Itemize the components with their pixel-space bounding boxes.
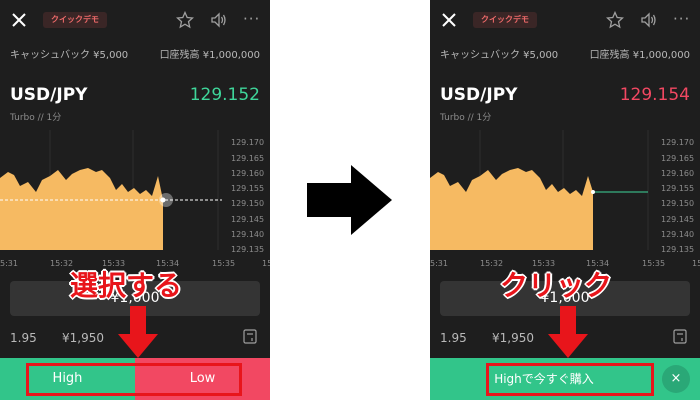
more-icon[interactable]: ···: [243, 11, 260, 27]
time-tick: 15:34: [586, 259, 609, 268]
down-arrow-icon: [118, 306, 158, 358]
payout-amount: ¥1,950: [492, 331, 534, 345]
calculator-icon[interactable]: [243, 329, 257, 344]
price-tick: 129.140: [661, 230, 694, 239]
price-tick: 129.155: [231, 184, 264, 193]
price-dot: [160, 197, 166, 203]
highlight-frame: [26, 363, 242, 396]
currency-pair: USD/JPY: [440, 85, 518, 105]
time-tick: 5:31: [430, 259, 448, 268]
time-tick: 15:33: [532, 259, 555, 268]
speaker-icon[interactable]: [210, 11, 228, 29]
payout-rate: 1.95: [10, 331, 37, 345]
price-tick: 129.150: [661, 199, 694, 208]
cashback-label: キャッシュバック ¥5,000: [10, 50, 129, 61]
time-tick: 5:31: [0, 259, 18, 268]
top-bar: クイックデモ ···: [0, 0, 270, 40]
time-tick: 15:33: [102, 259, 125, 268]
time-tick: 15: [692, 259, 700, 268]
star-icon[interactable]: [176, 11, 194, 29]
price-tick: 129.165: [231, 154, 264, 163]
balance-label: 口座残高 ¥1,000,000: [589, 50, 690, 61]
price-tick: 129.170: [661, 138, 694, 147]
price-tick: 129.150: [231, 199, 264, 208]
price-tick: 129.140: [231, 230, 264, 239]
annotation-select: 選択する: [70, 269, 183, 302]
cancel-button[interactable]: ×: [662, 365, 690, 393]
price-chart: 129.170 129.165 129.160 129.155 129.150 …: [0, 130, 270, 268]
price-tick: 129.165: [661, 154, 694, 163]
time-tick: 15:34: [156, 259, 179, 268]
time-tick: 15:32: [480, 259, 503, 268]
price-chart: 129.170 129.165 129.160 129.155 129.150 …: [430, 130, 700, 268]
highlight-frame: [486, 363, 654, 396]
payout-amount: ¥1,950: [62, 331, 104, 345]
star-icon[interactable]: [606, 11, 624, 29]
price-tick: 129.135: [231, 245, 264, 254]
time-tick: 15:35: [642, 259, 665, 268]
price-tick: 129.135: [661, 245, 694, 254]
demo-badge: クイックデモ: [43, 12, 107, 28]
price-tick: 129.170: [231, 138, 264, 147]
time-tick: 15:35: [212, 259, 235, 268]
price-dot: [591, 190, 595, 194]
price-area: [430, 168, 593, 250]
current-price: 129.154: [619, 85, 690, 105]
current-price: 129.152: [189, 85, 260, 105]
speaker-icon[interactable]: [640, 11, 658, 29]
more-icon[interactable]: ···: [673, 11, 690, 27]
trade-type: Turbo // 1分: [440, 113, 492, 123]
calculator-icon[interactable]: [673, 329, 687, 344]
time-tick: 15: [262, 259, 270, 268]
cashback-label: キャッシュバック ¥5,000: [440, 50, 559, 61]
trade-type: Turbo // 1分: [10, 113, 62, 123]
price-tick: 129.145: [231, 215, 264, 224]
payout-rate: 1.95: [440, 331, 467, 345]
currency-pair: USD/JPY: [10, 85, 88, 105]
down-arrow-icon: [548, 306, 588, 358]
price-tick: 129.145: [661, 215, 694, 224]
annotation-click: クリック: [500, 269, 613, 302]
price-area: [0, 168, 163, 250]
price-tick: 129.160: [231, 169, 264, 178]
price-tick: 129.160: [661, 169, 694, 178]
balance-label: 口座残高 ¥1,000,000: [159, 50, 260, 61]
time-tick: 15:32: [50, 259, 73, 268]
right-arrow-icon: [307, 165, 392, 235]
close-icon[interactable]: [440, 11, 458, 29]
demo-badge: クイックデモ: [473, 12, 537, 28]
close-icon[interactable]: [10, 11, 28, 29]
price-tick: 129.155: [661, 184, 694, 193]
top-bar: クイックデモ ···: [430, 0, 700, 40]
